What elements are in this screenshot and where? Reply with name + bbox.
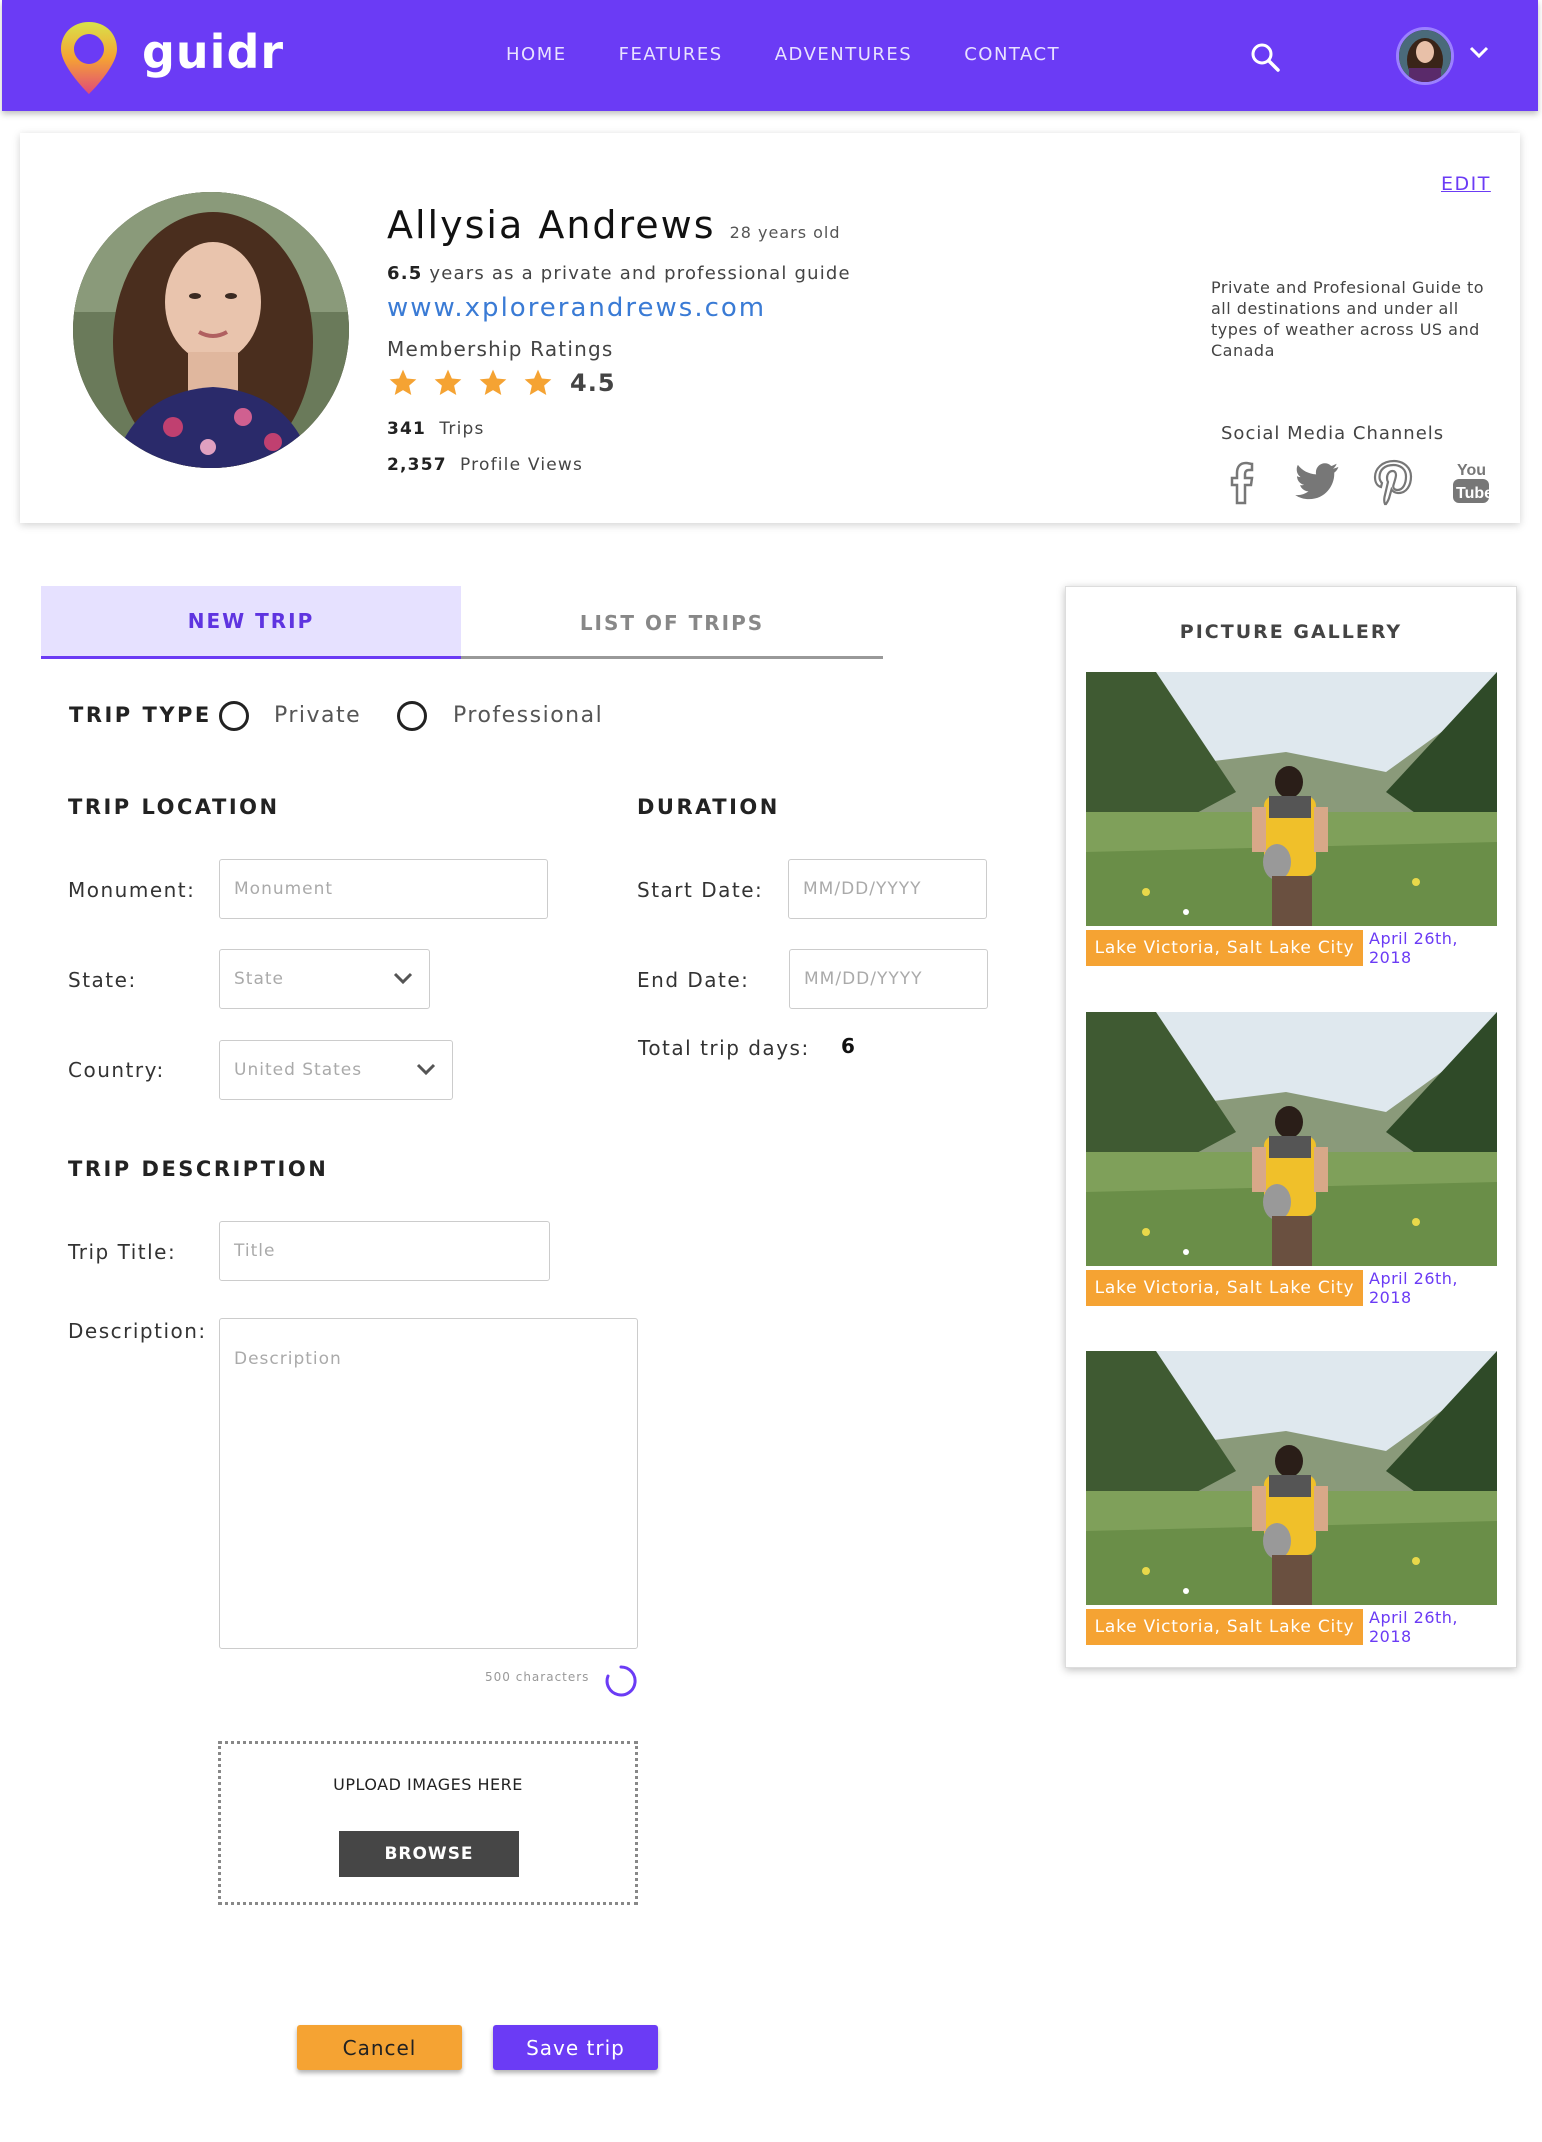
upload-label: UPLOAD IMAGES HERE (333, 1775, 523, 1794)
chevron-down-icon (416, 1063, 436, 1076)
page: guidr HOME FEATURES ADVENTURES CONTACT A… (0, 0, 1542, 2142)
nav-links: HOME FEATURES ADVENTURES CONTACT (506, 44, 1112, 65)
state-select-value: State (234, 969, 284, 989)
upload-dropzone[interactable]: UPLOAD IMAGES HERE BROWSE (218, 1741, 638, 1905)
location-pin-icon (61, 22, 117, 94)
avatar-image (1399, 30, 1451, 82)
views-stat: 2,357 Profile Views (387, 455, 583, 475)
gallery-caption: Lake Victoria, Salt Lake City (1086, 1609, 1363, 1645)
avatar[interactable] (1396, 27, 1454, 85)
brand-logo[interactable]: guidr (56, 18, 284, 98)
nav-contact[interactable]: CONTACT (964, 44, 1060, 65)
rating-stars: 4.5 (387, 367, 616, 399)
total-days-label: Total trip days: (638, 1036, 810, 1060)
character-counter: 500 characters (485, 1670, 590, 1684)
pinterest-icon[interactable] (1369, 457, 1419, 507)
gallery-date: April 26th, 2018 (1369, 929, 1459, 967)
gallery-photo[interactable] (1086, 672, 1497, 926)
twitter-icon[interactable] (1293, 457, 1343, 507)
trip-location-heading: TRIP LOCATION (68, 795, 280, 819)
state-label: State: (68, 968, 137, 992)
picture-gallery: PICTURE GALLERY Lake Victoria, Salt Lake… (1065, 586, 1517, 1668)
star-icon (524, 369, 552, 395)
star-icon (434, 369, 462, 395)
profile-name: Allysia Andrews (387, 203, 716, 247)
cancel-button[interactable]: Cancel (297, 2025, 462, 2070)
experience-text: years as a private and professional guid… (429, 263, 851, 284)
country-select[interactable]: United States (219, 1040, 453, 1100)
tab-list-of-trips[interactable]: LIST OF TRIPS (461, 586, 883, 659)
experience-years: 6.5 (387, 263, 423, 284)
profile-card: Allysia Andrews 28 years old 6.5 years a… (20, 133, 1520, 523)
trip-type-label: TRIP TYPE (69, 703, 212, 727)
nav-adventures[interactable]: ADVENTURES (775, 44, 912, 65)
youtube-icon[interactable]: You Tube (1445, 457, 1495, 507)
trip-description-heading: TRIP DESCRIPTION (68, 1157, 329, 1181)
profile-photo (73, 192, 349, 468)
star-icon (479, 369, 507, 395)
search-icon[interactable] (1250, 42, 1280, 72)
radio-private-label[interactable]: Private (274, 703, 361, 728)
star-icon (389, 369, 417, 395)
country-label: Country: (68, 1058, 165, 1082)
trips-label: Trips (439, 419, 485, 439)
chevron-down-icon[interactable] (1468, 44, 1490, 60)
description-label: Description: (68, 1319, 207, 1343)
gallery-photo[interactable] (1086, 1012, 1497, 1266)
country-select-value: United States (234, 1060, 363, 1080)
website-link[interactable]: www.xplorerandrews.com (387, 293, 766, 323)
start-date-label: Start Date: (637, 878, 764, 902)
profile-age: 28 years old (729, 223, 841, 242)
top-navbar: guidr HOME FEATURES ADVENTURES CONTACT (2, 0, 1538, 111)
nav-features[interactable]: FEATURES (619, 44, 723, 65)
gallery-photo[interactable] (1086, 1351, 1497, 1605)
trip-tabs: NEW TRIP LIST OF TRIPS (41, 586, 883, 659)
progress-ring-icon (605, 1665, 637, 1697)
trips-count: 341 (387, 419, 427, 439)
gallery-caption: Lake Victoria, Salt Lake City (1086, 1270, 1363, 1306)
nav-home[interactable]: HOME (506, 44, 567, 65)
save-trip-button[interactable]: Save trip (493, 2025, 658, 2070)
rating-value: 4.5 (570, 369, 616, 397)
profile-name-row: Allysia Andrews 28 years old (387, 203, 841, 247)
svg-text:Tube: Tube (1456, 485, 1493, 502)
browse-button[interactable]: BROWSE (339, 1831, 519, 1877)
facebook-icon[interactable] (1217, 457, 1267, 507)
chevron-down-icon (393, 972, 413, 985)
trips-stat: 341 Trips (387, 419, 485, 439)
total-days-value: 6 (841, 1034, 857, 1058)
social-label: Social Media Channels (1221, 423, 1445, 444)
radio-private[interactable] (219, 701, 249, 731)
gallery-date: April 26th, 2018 (1369, 1269, 1459, 1307)
tab-new-trip[interactable]: NEW TRIP (41, 586, 461, 659)
radio-professional[interactable] (397, 701, 427, 731)
brand-name: guidr (142, 25, 285, 79)
experience-line: 6.5 years as a private and professional … (387, 263, 851, 284)
duration-heading: DURATION (637, 795, 780, 819)
social-icons: You Tube (1217, 457, 1521, 507)
ratings-label: Membership Ratings (387, 337, 614, 361)
state-select[interactable]: State (219, 949, 430, 1009)
radio-professional-label[interactable]: Professional (453, 703, 603, 728)
end-date-label: End Date: (637, 968, 750, 992)
gallery-title: PICTURE GALLERY (1179, 621, 1403, 643)
monument-label: Monument: (68, 878, 196, 902)
trip-title-input[interactable]: Title (219, 1221, 550, 1281)
start-date-input[interactable]: MM/DD/YYYY (788, 859, 987, 919)
views-count: 2,357 (387, 455, 447, 475)
views-label: Profile Views (460, 455, 584, 475)
profile-bio: Private and Profesional Guide to all des… (1211, 278, 1485, 360)
end-date-input[interactable]: MM/DD/YYYY (789, 949, 988, 1009)
description-textarea[interactable]: Description (219, 1318, 638, 1649)
gallery-date: April 26th, 2018 (1369, 1608, 1459, 1646)
gallery-caption: Lake Victoria, Salt Lake City (1086, 930, 1363, 966)
trip-title-label: Trip Title: (68, 1240, 177, 1264)
edit-profile-link[interactable]: EDIT (1441, 173, 1491, 195)
svg-text:You: You (1457, 462, 1486, 479)
monument-input[interactable]: Monument (219, 859, 548, 919)
